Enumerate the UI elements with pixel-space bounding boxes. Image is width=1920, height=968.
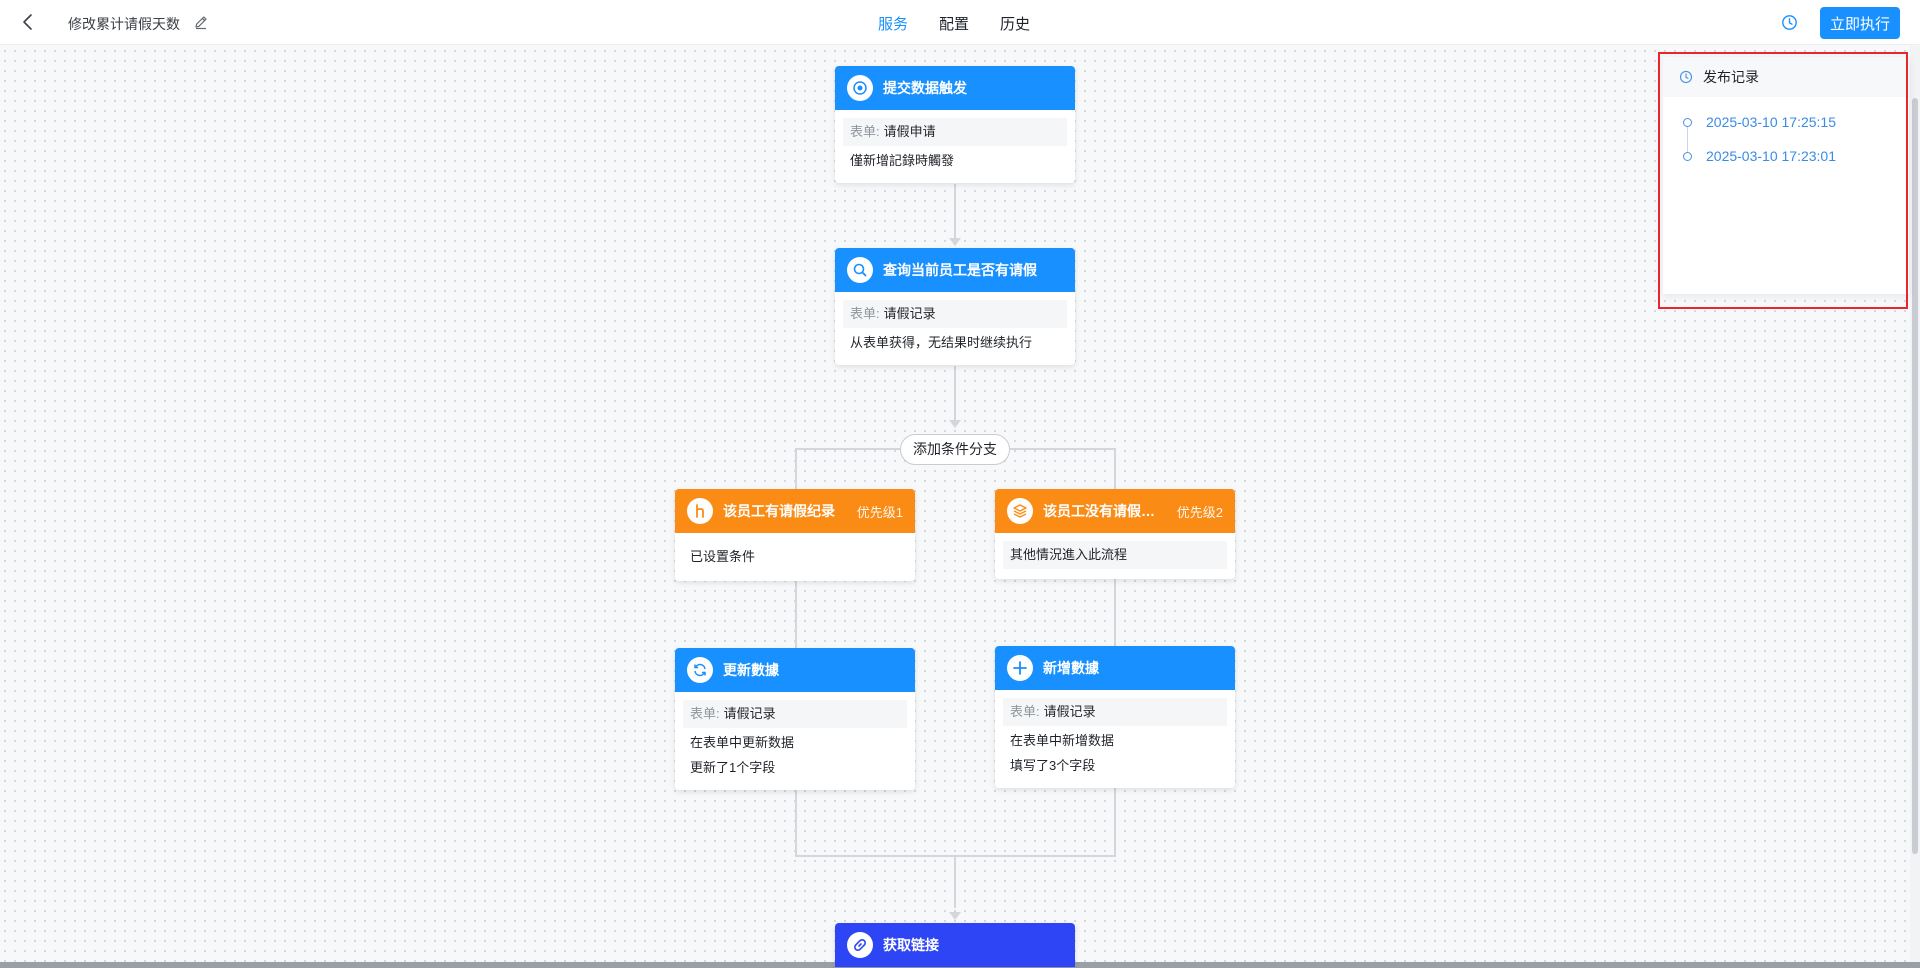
branch-node-left[interactable]: 该员工有请假纪录 优先级1 已设置条件 (675, 489, 915, 581)
panel-title: 发布记录 (1703, 69, 1759, 85)
node-description: 在表单中新增数据 (1010, 733, 1115, 748)
branch-icon (687, 498, 713, 524)
tab-history[interactable]: 历史 (1000, 13, 1030, 34)
node-description: 在表单中更新数据 (690, 735, 795, 750)
link-icon (847, 932, 873, 958)
publish-record-item[interactable]: 2025-03-10 17:23:01 (1663, 139, 1909, 173)
timeline-dot-icon (1683, 151, 1692, 161)
node-description: 更新了1个字段 (690, 760, 776, 775)
edit-icon[interactable] (193, 14, 209, 30)
node-title: 更新數據 (723, 662, 779, 678)
query-node[interactable]: 查询当前员工是否有请假 表单: 请假记录 从表单获得，无结果时继续执行 (835, 248, 1075, 365)
node-description: 已设置条件 (690, 549, 756, 564)
priority-label: 优先级2 (1176, 504, 1223, 520)
top-bar: 修改累计请假天数 服务 配置 历史 立即执行 (0, 0, 1920, 45)
branch-node-right[interactable]: 该员工没有请假… 优先级2 其他情況進入此流程 (995, 489, 1235, 579)
layers-icon (1007, 498, 1033, 524)
target-icon (847, 75, 873, 101)
form-row: 表单: 请假记录 (843, 300, 1067, 328)
connector (954, 366, 956, 426)
refresh-icon (687, 657, 713, 683)
node-header: 查询当前员工是否有请假 (835, 248, 1075, 292)
form-row: 表单: 请假记录 (1003, 698, 1227, 726)
add-data-node[interactable]: 新增數據 表单: 请假记录 在表单中新增数据 填写了3个字段 (995, 646, 1235, 788)
node-description: 僅新增記錄時觸發 (850, 153, 955, 168)
update-data-node[interactable]: 更新數據 表单: 请假记录 在表单中更新数据 更新了1个字段 (675, 648, 915, 790)
node-title: 该员工没有请假… (1043, 503, 1155, 519)
connector (954, 856, 956, 908)
node-title: 查询当前员工是否有请假 (883, 262, 1037, 278)
node-header: 提交数据触发 (835, 66, 1075, 110)
node-header: 新增數據 (995, 646, 1235, 690)
form-row: 表单: 请假记录 (683, 700, 907, 728)
node-description: 其他情況進入此流程 (1003, 541, 1227, 569)
publish-record-list: 2025-03-10 17:25:15 2025-03-10 17:23:01 (1663, 97, 1909, 173)
tab-service[interactable]: 服务 (878, 13, 908, 34)
node-header: 获取链接 (835, 923, 1075, 967)
plus-icon (1007, 655, 1033, 681)
search-icon (847, 257, 873, 283)
clock-icon (1679, 70, 1693, 84)
node-description: 从表单获得，无结果时继续执行 (850, 335, 1033, 350)
publish-record-time[interactable]: 2025-03-10 17:23:01 (1706, 148, 1836, 164)
connector-arrow (949, 238, 961, 246)
node-title: 该员工有请假纪录 (723, 503, 835, 519)
trigger-node[interactable]: 提交数据触发 表单: 请假申请 僅新增記錄時觸發 (835, 66, 1075, 183)
node-header: 该员工没有请假… 优先级2 (995, 489, 1235, 533)
panel-header: 发布记录 (1663, 57, 1909, 97)
vertical-scrollbar[interactable] (1910, 46, 1920, 964)
connector-arrow (949, 912, 961, 920)
back-arrow-icon[interactable] (18, 12, 38, 32)
node-description: 填写了3个字段 (1010, 758, 1096, 773)
connector (954, 184, 956, 238)
form-row: 表单: 请假申请 (843, 118, 1067, 146)
add-condition-branch-button[interactable]: 添加条件分支 (900, 434, 1010, 465)
flow-title: 修改累计请假天数 (68, 16, 180, 32)
scrollbar-thumb[interactable] (1912, 98, 1918, 854)
node-title: 获取链接 (883, 937, 939, 953)
tab-config[interactable]: 配置 (939, 13, 969, 34)
get-link-node[interactable]: 获取链接 (835, 923, 1075, 967)
clock-icon[interactable] (1781, 14, 1798, 31)
publish-records-panel: 发布记录 2025-03-10 17:25:15 2025-03-10 17:2… (1663, 57, 1909, 294)
node-title: 新增數據 (1043, 660, 1099, 676)
timeline-dot-icon (1683, 117, 1692, 127)
priority-label: 优先级1 (856, 504, 903, 520)
main-tabs: 服务 配置 历史 (878, 13, 1061, 34)
node-header: 该员工有请假纪录 优先级1 (675, 489, 915, 533)
node-header: 更新數據 (675, 648, 915, 692)
node-title: 提交数据触发 (883, 80, 967, 96)
connector-arrow (949, 420, 961, 428)
publish-record-item[interactable]: 2025-03-10 17:25:15 (1663, 105, 1909, 139)
run-now-button[interactable]: 立即执行 (1820, 7, 1900, 39)
publish-record-time[interactable]: 2025-03-10 17:25:15 (1706, 114, 1836, 130)
